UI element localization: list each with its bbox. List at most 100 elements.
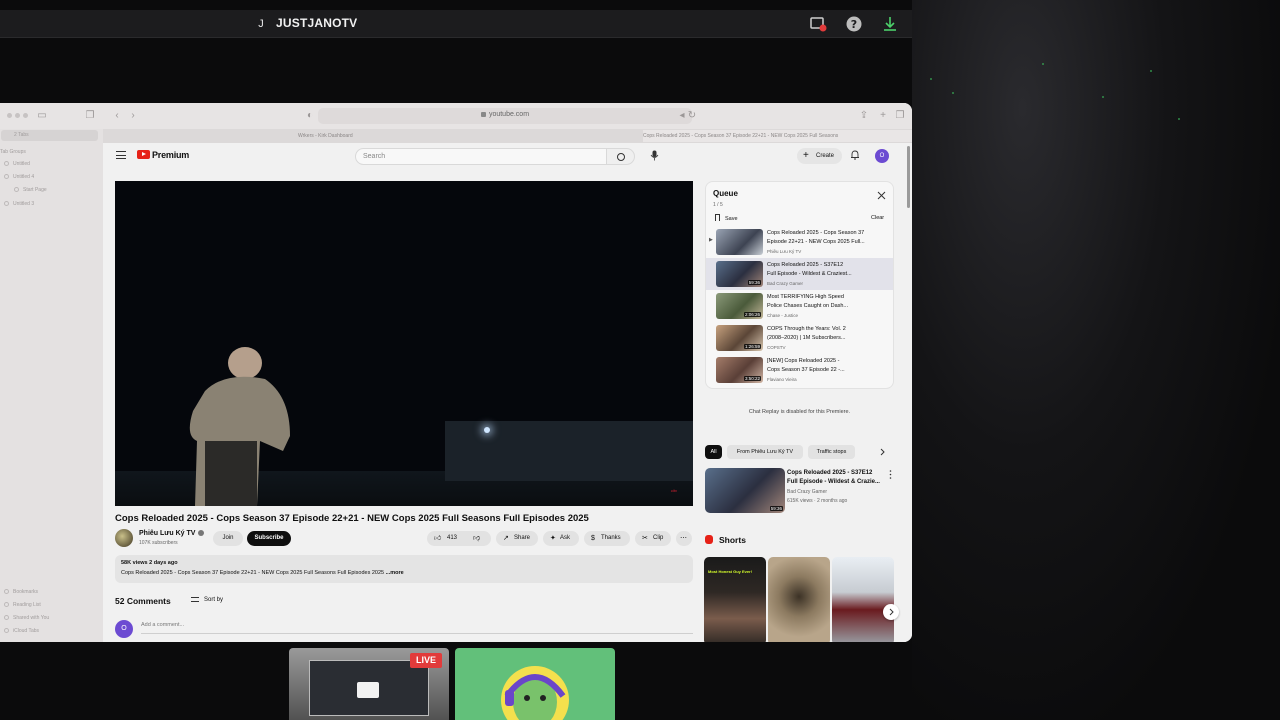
recommended-channel[interactable]: Bad Crazy Gamer — [787, 489, 827, 495]
chevron-right-icon[interactable] — [878, 448, 886, 456]
recommended-title-line2[interactable]: Full Episode - Wildest & Crazie... — [787, 479, 880, 485]
subscribe-button[interactable]: Subscribe — [247, 531, 291, 546]
queue-thumbnail — [716, 229, 763, 255]
short-card[interactable] — [832, 557, 894, 642]
download-icon[interactable] — [881, 15, 899, 33]
stream-preview-card[interactable]: LIVE — [289, 648, 449, 720]
back-icon[interactable]: ‹ — [111, 110, 123, 122]
queue-item[interactable]: 1:26:59 COPS Through the Years: Vol. 2 (… — [706, 322, 893, 354]
chip-from-channel[interactable]: From Phiêu Lưu Ký TV — [727, 445, 803, 459]
plus-icon: + — [803, 150, 809, 161]
lock-icon — [480, 111, 486, 117]
more-actions-button[interactable]: ⋯ — [676, 531, 692, 546]
queue-clear-button[interactable]: Clear — [871, 215, 884, 221]
like-count[interactable]: 413 — [447, 531, 457, 546]
sidebar-item-bookmarks[interactable]: Bookmarks — [4, 589, 38, 595]
recommended-thumbnail[interactable]: 59:36 — [705, 468, 785, 513]
share-button[interactable]: ↗ Share — [496, 531, 538, 546]
more-link[interactable]: ...more — [386, 570, 404, 576]
description-box[interactable]: 58K views 2 days ago Cops Reloaded 2025 … — [115, 555, 693, 583]
queue-thumbnail: 59:36 — [716, 261, 763, 287]
notifications-bell-icon[interactable] — [850, 150, 860, 160]
sidebar-item-group[interactable]: Start Page — [14, 187, 47, 193]
clip-button[interactable]: ✂ Clip — [635, 531, 671, 546]
browser-sidebar: 2 Tabs Tab Groups Untitled Untitled 4 St… — [0, 129, 103, 642]
video-watermark: citv — [671, 488, 677, 493]
screen-share-icon[interactable] — [809, 15, 827, 33]
queue-save-button[interactable]: Save — [715, 214, 738, 222]
sidebar-item-tabs[interactable]: 2 Tabs — [14, 132, 29, 138]
thumbs-up-icon[interactable]: 👍︎ — [434, 531, 441, 546]
channel-name[interactable]: Phiêu Lưu Ký TV — [139, 530, 205, 537]
short-card[interactable] — [768, 557, 830, 642]
youtube-brand[interactable]: Premium — [152, 150, 189, 160]
thanks-button[interactable]: $ Thanks — [584, 531, 630, 546]
create-button[interactable]: + Create — [797, 148, 842, 164]
channel-avatar[interactable] — [115, 529, 133, 547]
queue-item[interactable]: 2:06:26 Most TERRIFYING High Speed Polic… — [706, 290, 893, 322]
join-button[interactable]: Join — [213, 531, 243, 546]
host-avatar[interactable]: J — [253, 15, 269, 33]
like-dislike-group: 👍︎ 413 👎︎ — [427, 531, 491, 546]
sort-comments-button[interactable]: Sort by — [191, 597, 223, 603]
url-text: youtube.com — [488, 111, 530, 118]
sidebar-toggle-icon[interactable]: ▭ — [36, 110, 48, 122]
reload-icon[interactable]: ↻ — [686, 110, 698, 122]
desktop: J JUSTJANOTV ? ▭ ❐ ‹ › ◐ youtube.com ◂ ↻… — [0, 0, 1280, 720]
short-card[interactable]: Most Honest Guy Ever! — [704, 557, 766, 642]
youtube-logo-icon[interactable] — [137, 150, 150, 159]
sidebar-item-reading-list[interactable]: Reading List — [4, 602, 41, 608]
sidebar-item-icloud-tabs[interactable]: iCloud Tabs — [4, 628, 39, 634]
queue-item[interactable]: ▶ Cops Reloaded 2025 - Cops Season 37 Ep… — [706, 226, 893, 258]
live-badge: LIVE — [410, 653, 442, 668]
window-minimize-button[interactable] — [15, 113, 20, 118]
queue-title: Queue — [713, 189, 738, 198]
shorts-logo-icon — [705, 535, 713, 544]
microphone-icon[interactable] — [649, 150, 660, 161]
sidebar-item-group[interactable]: Untitled — [4, 161, 30, 167]
address-bar[interactable]: youtube.com — [318, 108, 692, 124]
video-player[interactable]: citv — [115, 181, 693, 506]
account-avatar[interactable]: O — [875, 149, 889, 163]
view-count-and-date: 58K views 2 days ago — [121, 560, 178, 566]
add-comment-input[interactable]: Add a comment... — [141, 622, 693, 634]
tab-dashboard[interactable]: Wrkers - Kirk Dashboard — [298, 130, 558, 142]
ask-button[interactable]: ✦ Ask — [543, 531, 579, 546]
menu-icon[interactable] — [116, 151, 126, 159]
window-close-button[interactable] — [7, 113, 12, 118]
search-button[interactable] — [607, 148, 635, 165]
share-icon[interactable]: ⇪ — [858, 110, 870, 122]
thumbs-down-icon[interactable]: 👎︎ — [473, 531, 480, 546]
queue-thumbnail: 1:26:59 — [716, 325, 763, 351]
tab-youtube[interactable]: Cops Reloaded 2025 - Cops Season 37 Epis… — [643, 130, 912, 142]
browser-window: ▭ ❐ ‹ › ◐ youtube.com ◂ ↻ ⇪ + ❐ Wrkers -… — [0, 103, 912, 642]
close-icon[interactable] — [877, 191, 886, 200]
sidebar-item-group[interactable]: Untitled 3 — [4, 201, 34, 207]
window-zoom-button[interactable] — [23, 113, 28, 118]
forward-icon[interactable]: › — [127, 110, 139, 122]
chat-replay-notice: Chat Replay is disabled for this Premier… — [748, 409, 851, 415]
queue-item[interactable]: 59:36 Cops Reloaded 2025 - S37E12 Full E… — [706, 258, 893, 290]
kebab-menu-icon[interactable] — [889, 470, 892, 479]
sidebar-item-shared[interactable]: Shared with You — [4, 615, 49, 621]
queue-item[interactable]: 3:50:22 [NEW] Cops Reloaded 2025 - Cops … — [706, 354, 893, 386]
chip-all[interactable]: All — [705, 445, 722, 459]
sidebar-item-group[interactable]: Untitled 4 — [4, 174, 34, 180]
tab-overview-icon[interactable]: ❐ — [84, 110, 96, 122]
ellipsis-icon: ⋯ — [680, 535, 687, 542]
recommended-title[interactable]: Cops Reloaded 2025 - S37E12 — [787, 470, 872, 476]
shorts-next-button[interactable] — [883, 604, 899, 620]
tabs-icon[interactable]: ❐ — [894, 110, 906, 122]
search-input[interactable]: Search — [355, 148, 607, 165]
privacy-shield-icon[interactable]: ◐ — [304, 110, 316, 122]
video-frame-light — [484, 427, 490, 433]
streamer-avatar-card[interactable] — [455, 648, 615, 720]
browser-toolbar: ▭ ❐ ‹ › ◐ youtube.com ◂ ↻ ⇪ + ❐ — [0, 103, 912, 129]
chip-traffic-stops[interactable]: Traffic stops — [808, 445, 855, 459]
scissors-icon: ✂ — [642, 535, 648, 542]
host-name[interactable]: JUSTJANOTV — [276, 16, 357, 30]
page-scrollbar[interactable] — [907, 146, 910, 208]
help-icon[interactable]: ? — [845, 15, 863, 33]
comments-count: 52 Comments — [115, 596, 171, 606]
new-tab-icon[interactable]: + — [877, 110, 889, 122]
